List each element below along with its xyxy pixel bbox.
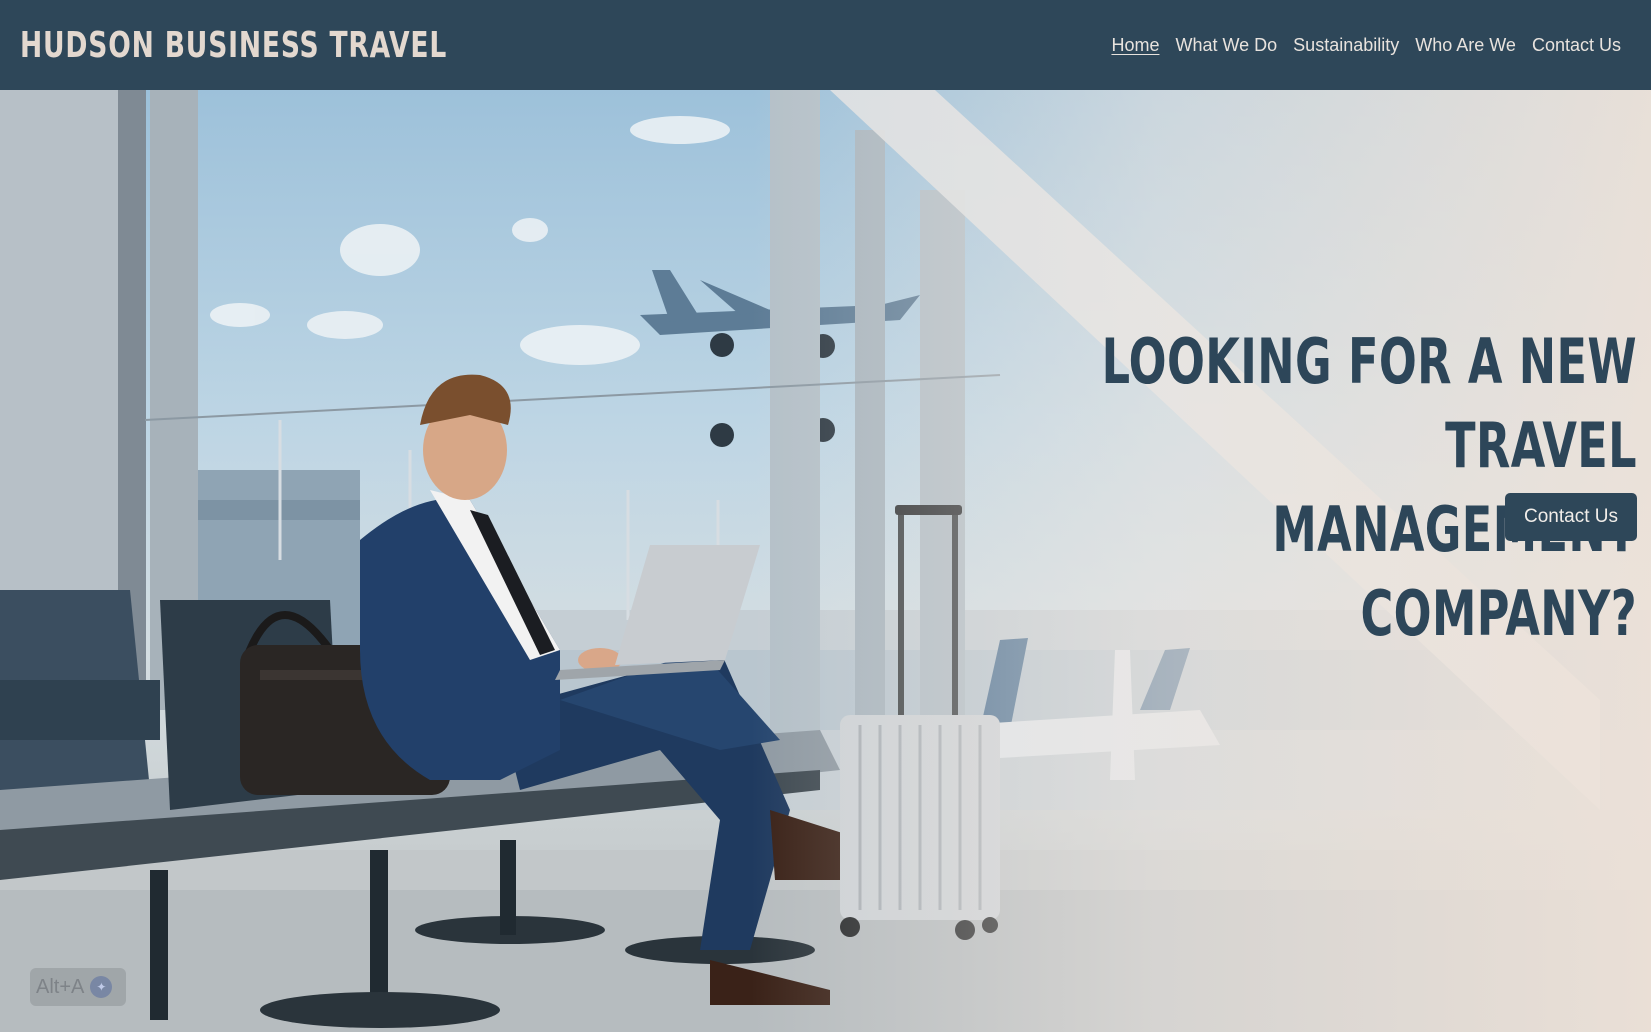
brand-logo[interactable]: HUDSON BUSINESS TRAVEL [20, 25, 447, 66]
main-nav: Home What We Do Sustainability Who Are W… [1111, 35, 1621, 56]
nav-sustainability[interactable]: Sustainability [1293, 35, 1399, 56]
site-header: HUDSON BUSINESS TRAVEL Home What We Do S… [0, 0, 1651, 90]
shortcut-badge[interactable]: Alt+A ✦ [30, 968, 126, 1006]
assistant-icon: ✦ [90, 976, 113, 998]
nav-contact-us[interactable]: Contact Us [1532, 35, 1621, 56]
nav-who-are-we[interactable]: Who Are We [1415, 35, 1516, 56]
nav-home[interactable]: Home [1111, 35, 1159, 56]
shortcut-label: Alt+A [36, 975, 85, 998]
contact-us-button[interactable]: Contact Us [1505, 493, 1637, 541]
hero-headline: LOOKING FOR A NEW TRAVEL MANAGEMENT COMP… [1077, 320, 1637, 656]
hero-section: LOOKING FOR A NEW TRAVEL MANAGEMENT COMP… [0, 90, 1651, 1032]
headline-line-1: LOOKING FOR A NEW TRAVEL [1101, 325, 1637, 482]
nav-what-we-do[interactable]: What We Do [1175, 35, 1277, 56]
